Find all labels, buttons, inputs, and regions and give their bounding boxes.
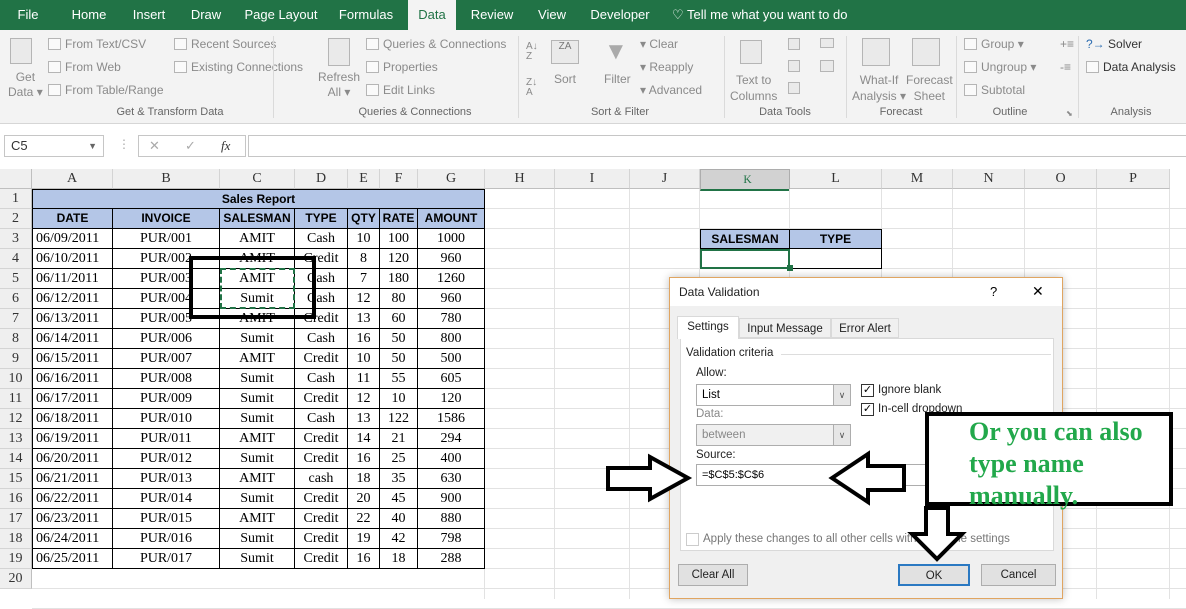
annotation-arrows [606, 450, 967, 562]
right-arrow-icon [606, 453, 693, 503]
tab-settings[interactable]: Settings [677, 316, 739, 339]
down-arrow-icon [907, 506, 967, 562]
left-arrow-icon [828, 450, 906, 506]
